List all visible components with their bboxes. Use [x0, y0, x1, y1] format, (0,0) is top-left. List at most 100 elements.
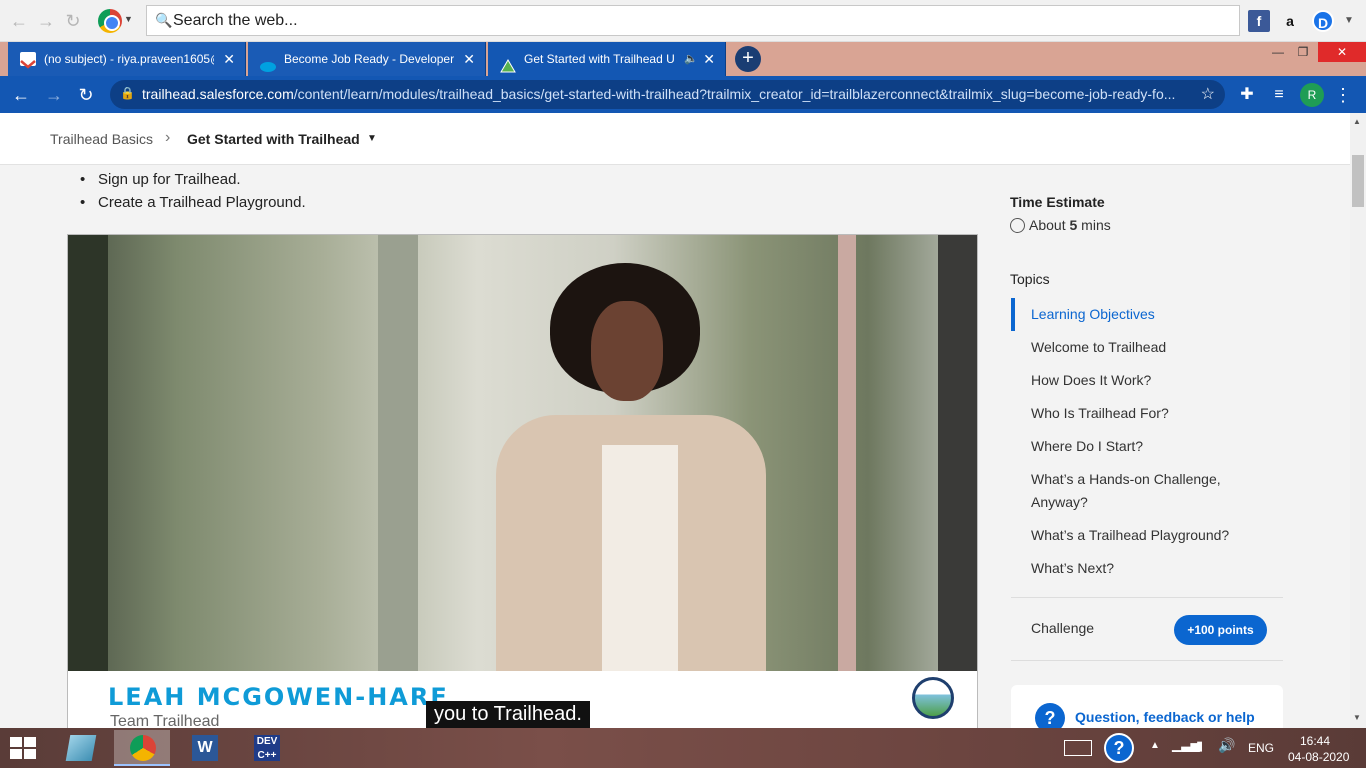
video-caption: you to Trailhead.: [426, 701, 590, 728]
topic-how-does-it-work[interactable]: How Does It Work?: [1031, 369, 1261, 392]
speaker-team: Team Trailhead: [110, 713, 220, 728]
page-content: Trailhead Basics › Get Started with Trai…: [0, 113, 1350, 728]
question-icon: ?: [1035, 703, 1065, 728]
address-bar: ← → ↻ 🔒 trailhead.salesforce.com/content…: [0, 76, 1366, 113]
close-icon[interactable]: ✕: [463, 42, 475, 76]
topic-who-is-trailhead-for[interactable]: Who Is Trailhead For?: [1031, 402, 1261, 425]
help-card[interactable]: ? Question, feedback or help: [1011, 685, 1283, 728]
devcpp-icon[interactable]: DEV C++: [238, 730, 294, 766]
topic-whats-next[interactable]: What’s Next?: [1031, 557, 1261, 580]
time-prefix: About: [1029, 217, 1066, 233]
battery-icon[interactable]: ▮: [1196, 738, 1203, 754]
module-nav: Trailhead Basics › Get Started with Trai…: [0, 113, 1350, 165]
tab-get-started[interactable]: Get Started with Trailhead U 🔈 ✕: [488, 42, 726, 76]
help-link[interactable]: Question, feedback or help: [1075, 709, 1255, 725]
presenter-top: [602, 445, 678, 671]
divider: [1011, 597, 1283, 598]
list-item: Create a Trailhead Playground.: [80, 194, 306, 211]
objectives-list: Sign up for Trailhead. Create a Trailhea…: [80, 171, 306, 217]
scroll-down-icon[interactable]: ▼: [1353, 713, 1361, 722]
reload-icon[interactable]: ↻: [73, 82, 99, 108]
breadcrumb-parent[interactable]: Trailhead Basics: [50, 131, 153, 147]
topics-list: Learning Objectives Welcome to Trailhead…: [1031, 303, 1261, 590]
tab-strip: (no subject) - riya.praveen1605@ ✕ Becom…: [0, 42, 1366, 76]
points-badge: +100 points: [1174, 615, 1267, 645]
media-queue-icon[interactable]: ≡: [1266, 82, 1292, 108]
close-icon[interactable]: ✕: [223, 42, 235, 76]
puzzle-extensions-icon[interactable]: ✚: [1234, 82, 1260, 108]
forward-arrow-icon[interactable]: →: [41, 82, 67, 108]
tab-title: Get Started with Trailhead U: [524, 52, 674, 66]
menu-dots-icon[interactable]: ⋮: [1330, 82, 1356, 108]
reload-icon[interactable]: ↻: [60, 8, 86, 34]
video-background: [378, 235, 418, 671]
gmail-icon: [20, 52, 36, 69]
back-arrow-icon[interactable]: ←: [8, 82, 34, 108]
amazon-icon[interactable]: a: [1279, 10, 1301, 32]
url-field[interactable]: 🔒 trailhead.salesforce.com/content/learn…: [110, 80, 1225, 109]
outer-toolbar: ← → ↻ ▼ 🔍 Search the web... f a D ▼: [0, 0, 1366, 42]
chevron-down-icon[interactable]: ▼: [1338, 10, 1360, 32]
windows-start-icon[interactable]: [10, 737, 38, 759]
help-taskbar-icon[interactable]: ?: [1104, 733, 1134, 763]
video-background: [938, 235, 977, 671]
speaker-icon[interactable]: 🔈: [684, 42, 698, 76]
search-input[interactable]: 🔍 Search the web...: [146, 5, 1240, 36]
close-icon[interactable]: ✕: [703, 42, 715, 76]
video-background: [838, 235, 856, 671]
language-indicator[interactable]: ENG: [1248, 741, 1274, 755]
window-close-icon[interactable]: ✕: [1318, 42, 1366, 62]
maximize-icon[interactable]: ❐: [1288, 42, 1318, 62]
divider: [1011, 660, 1283, 661]
video-player[interactable]: LEAH MCGOWEN-HARE Team Trailhead you to …: [67, 234, 978, 728]
video-frame: [68, 235, 977, 671]
topic-where-do-i-start[interactable]: Where Do I Start?: [1031, 435, 1261, 458]
chevron-down-icon[interactable]: ▼: [124, 14, 133, 24]
trailhead-icon: [500, 52, 516, 73]
tab-become-job-ready[interactable]: Become Job Ready - Developer E ✕: [248, 42, 486, 76]
clock-date[interactable]: 04-08-2020: [1288, 750, 1349, 764]
trailhead-logo-icon: [912, 677, 954, 719]
search-placeholder: Search the web...: [173, 12, 298, 29]
taskbar: W DEV C++ ? ▲ ▁▃▅ ▮ 🔊 ENG 16:44 04-08-202…: [0, 728, 1366, 768]
topic-trailhead-playground[interactable]: What’s a Trailhead Playground?: [1031, 524, 1261, 547]
challenge-label: Challenge: [1031, 620, 1095, 636]
facebook-icon[interactable]: f: [1248, 10, 1270, 32]
new-tab-button[interactable]: +: [735, 46, 761, 72]
url-path: /content/learn/modules/trailhead_basics/…: [293, 86, 1176, 102]
url-text: trailhead.salesforce.com/content/learn/m…: [142, 86, 1192, 102]
salesforce-cloud-icon: [260, 52, 276, 72]
lock-icon: 🔒: [120, 86, 135, 100]
bookmark-star-icon[interactable]: ☆: [1201, 84, 1215, 104]
speaker-name: LEAH MCGOWEN-HARE: [108, 683, 449, 711]
time-unit: mins: [1081, 217, 1111, 233]
scrollbar[interactable]: ▲ ▼: [1350, 113, 1366, 728]
topic-welcome[interactable]: Welcome to Trailhead: [1031, 336, 1261, 359]
keyboard-icon[interactable]: [1064, 740, 1092, 756]
topic-learning-objectives[interactable]: Learning Objectives: [1031, 303, 1261, 326]
tab-title: (no subject) - riya.praveen1605@: [44, 52, 214, 66]
active-topic-indicator: [1011, 298, 1015, 331]
breadcrumb-current[interactable]: Get Started with Trailhead: [187, 131, 360, 147]
tray-chevron-icon[interactable]: ▲: [1150, 740, 1160, 751]
scroll-thumb[interactable]: [1352, 155, 1364, 207]
clock-time[interactable]: 16:44: [1300, 734, 1330, 748]
tab-gmail[interactable]: (no subject) - riya.praveen1605@ ✕: [8, 42, 246, 76]
clock-icon: [1010, 218, 1025, 233]
topic-hands-on-challenge[interactable]: What’s a Hands-on Challenge, Anyway?: [1031, 468, 1261, 514]
word-icon[interactable]: W: [176, 730, 232, 766]
file-explorer-icon[interactable]: [52, 730, 108, 766]
volume-icon[interactable]: 🔊: [1218, 737, 1235, 754]
chevron-right-icon: ›: [165, 129, 171, 146]
list-item: Sign up for Trailhead.: [80, 171, 306, 188]
time-estimate-heading: Time Estimate: [1010, 194, 1105, 210]
back-arrow-icon[interactable]: ←: [6, 8, 32, 34]
search-icon: 🔍: [155, 12, 173, 28]
chrome-taskbar-icon[interactable]: [114, 730, 170, 766]
caret-down-icon[interactable]: ▼: [367, 133, 377, 144]
extension-d-icon[interactable]: D: [1312, 10, 1334, 32]
scroll-up-icon[interactable]: ▲: [1353, 117, 1361, 126]
forward-arrow-icon[interactable]: →: [33, 8, 59, 34]
chrome-icon[interactable]: [98, 9, 122, 33]
avatar[interactable]: R: [1300, 83, 1324, 107]
